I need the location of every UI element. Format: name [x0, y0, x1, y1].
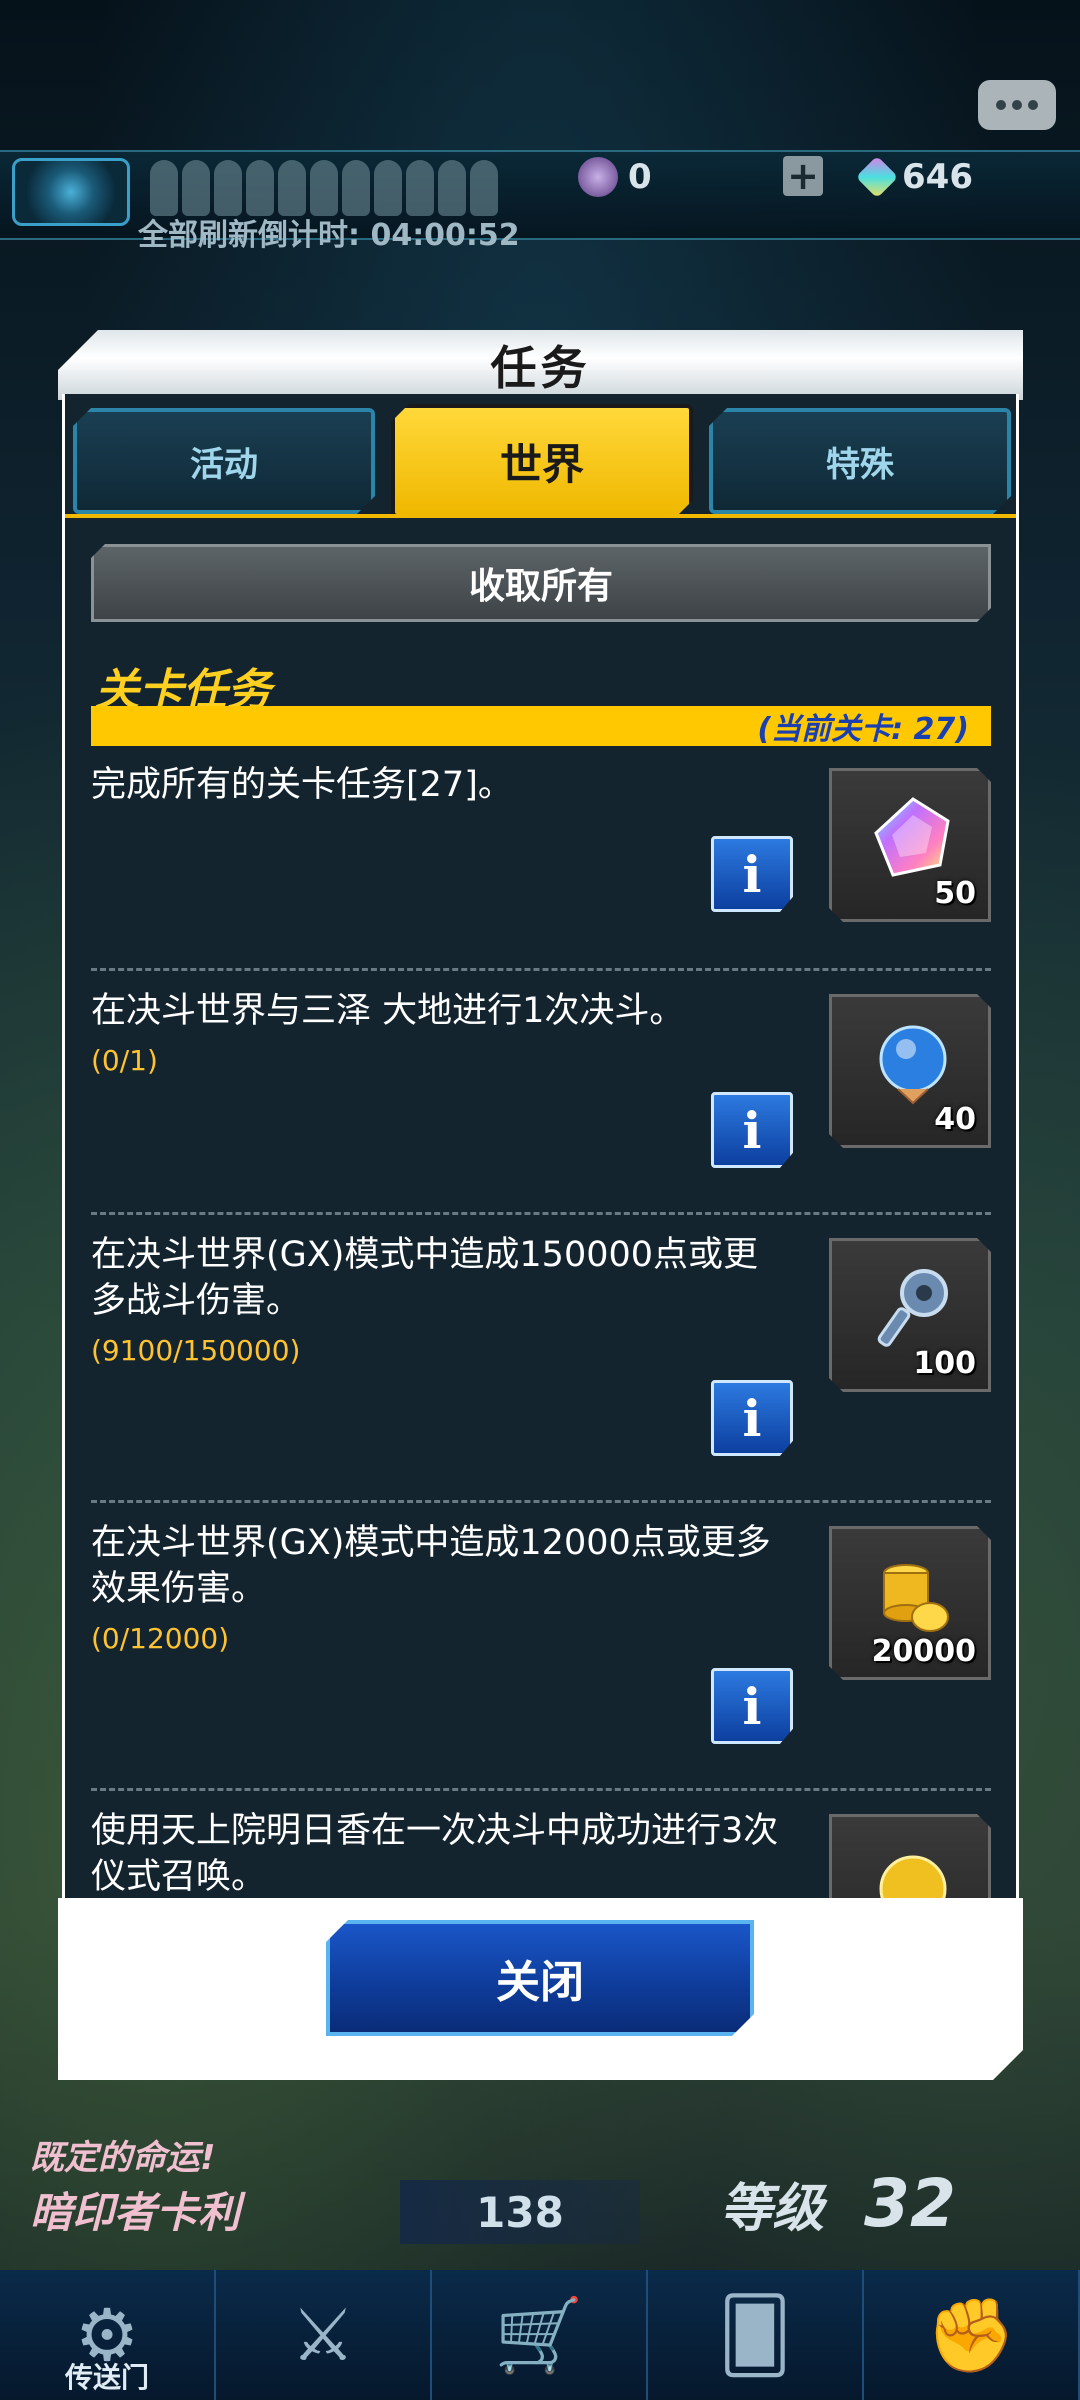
tab-special[interactable]: 特殊 — [709, 408, 1011, 514]
ultra-rare-orb-icon — [868, 1019, 958, 1109]
player-level: 等级 32 — [720, 2165, 956, 2242]
key-icon — [868, 1263, 958, 1353]
mission-text: 在决斗世界(GX)模式中造成12000点或更多效果伤害。 (0/12000) — [91, 1520, 791, 1662]
nav-portal-label: 传送门 — [64, 2361, 149, 2394]
ranking-icon: ✊ — [926, 2292, 1016, 2377]
divider — [91, 968, 991, 971]
reward-box: 50 — [829, 768, 991, 922]
nav-deck[interactable]: 🂠 — [648, 2270, 864, 2400]
gem-count: 646 — [902, 157, 973, 197]
bottom-nav: ⚙ 传送门 ⚔ 🛒 🂠 ✊ — [0, 2270, 1080, 2400]
reward-count: 40 — [934, 1102, 976, 1137]
dialog-title: 任务 — [490, 341, 591, 395]
dialog-body: 活动 世界 特殊 收取所有 关卡任务 (当前关卡: 27) 完成所有的关卡任务[… — [62, 394, 1019, 1980]
mission-text: 在决斗世界(GX)模式中造成150000点或更多战斗伤害。 (9100/1500… — [91, 1232, 791, 1374]
deck-subtitle: 既定的命运! — [30, 2138, 216, 2178]
level-value: 32 — [864, 2165, 956, 2242]
tab-activity[interactable]: 活动 — [73, 408, 375, 514]
tab-underline — [65, 514, 1016, 518]
deck-title: 暗印者卡利 — [30, 2188, 241, 2237]
nav-duel[interactable]: ⚔ — [216, 2270, 432, 2400]
coin-count: 0 — [628, 157, 652, 197]
collect-all-button[interactable]: 收取所有 — [91, 544, 991, 622]
mission-text: 使用天上院明日香在一次决斗中成功进行3次仪式召唤。 — [91, 1808, 791, 1900]
level-label: 等级 — [720, 2179, 825, 2239]
swords-icon: ⚔ — [290, 2293, 356, 2377]
reward-box: 40 — [829, 994, 991, 1148]
current-stage-bar: (当前关卡: 27) — [91, 706, 991, 747]
mission-description: 完成所有的关卡任务[27]。 — [91, 765, 513, 805]
mission-description: 在决斗世界(GX)模式中造成12000点或更多效果伤害。 — [91, 1523, 771, 1609]
mission-description: 在决斗世界与三泽 大地进行1次决斗。 — [91, 991, 685, 1031]
info-button[interactable]: i — [711, 836, 793, 912]
mission-progress: (0/1) — [91, 1044, 158, 1077]
add-gems-button[interactable]: + — [783, 154, 823, 198]
reward-count: 20000 — [871, 1634, 976, 1669]
nav-portal[interactable]: ⚙ 传送门 — [0, 2270, 216, 2400]
shop-cart-icon: 🛒 — [494, 2292, 584, 2377]
missions-dialog: 任务 活动 世界 特殊 收取所有 关卡任务 (当前关卡: 27) 完成所有的关卡… — [58, 330, 1023, 2080]
tab-world[interactable]: 世界 — [391, 404, 693, 518]
mission-text: 完成所有的关卡任务[27]。 — [91, 762, 791, 808]
divider — [91, 1500, 991, 1503]
nav-shop[interactable]: 🛒 — [432, 2270, 648, 2400]
dialog-header: 任务 — [58, 330, 1023, 400]
current-stage-label: (当前关卡: 27) — [757, 712, 969, 747]
refresh-countdown: 全部刷新倒计时: 04:00:52 — [138, 218, 520, 253]
coin-resource: 0 — [578, 152, 652, 202]
gold-coins-icon — [868, 1551, 958, 1641]
mission-text: 在决斗世界与三泽 大地进行1次决斗。 (0/1) — [91, 988, 791, 1084]
mission-tabs: 活动 世界 特殊 — [73, 408, 1011, 514]
gem-resource: 646 — [855, 152, 973, 202]
mission-description: 在决斗世界(GX)模式中造成150000点或更多战斗伤害。 — [91, 1235, 759, 1321]
nav-ranking[interactable]: ✊ — [864, 2270, 1080, 2400]
world-map-icon[interactable] — [12, 158, 130, 226]
info-button[interactable]: i — [711, 1092, 793, 1168]
deck-name: 既定的命运! 暗印者卡利 — [30, 2130, 240, 2240]
reward-count: 50 — [934, 876, 976, 911]
mission-progress: (0/12000) — [91, 1622, 230, 1655]
gem-currency-icon — [855, 155, 899, 199]
divider — [91, 1212, 991, 1215]
info-button[interactable]: i — [711, 1380, 793, 1456]
reward-box: 20000 — [829, 1526, 991, 1680]
friend-avatars — [150, 160, 498, 216]
orb-currency-icon — [578, 157, 618, 197]
reward-box: 100 — [829, 1238, 991, 1392]
mission-description: 使用天上院明日香在一次决斗中成功进行3次仪式召唤。 — [91, 1811, 779, 1897]
mission-progress: (9100/150000) — [91, 1334, 301, 1367]
cards-icon: 🂠 — [718, 2293, 792, 2377]
chat-icon[interactable] — [978, 80, 1056, 130]
rainbow-gem-icon — [868, 793, 958, 883]
divider — [91, 1788, 991, 1791]
close-button[interactable]: 关闭 — [326, 1920, 754, 2036]
deck-gem-count: 138 — [400, 2180, 640, 2244]
mission-list[interactable]: 完成所有的关卡任务[27]。 i 50 在决斗世界与三泽 大地进行1次决斗。 (… — [65, 754, 1016, 1974]
dialog-footer: 关闭 — [58, 1898, 1023, 2080]
reward-count: 100 — [913, 1346, 976, 1381]
info-button[interactable]: i — [711, 1668, 793, 1744]
